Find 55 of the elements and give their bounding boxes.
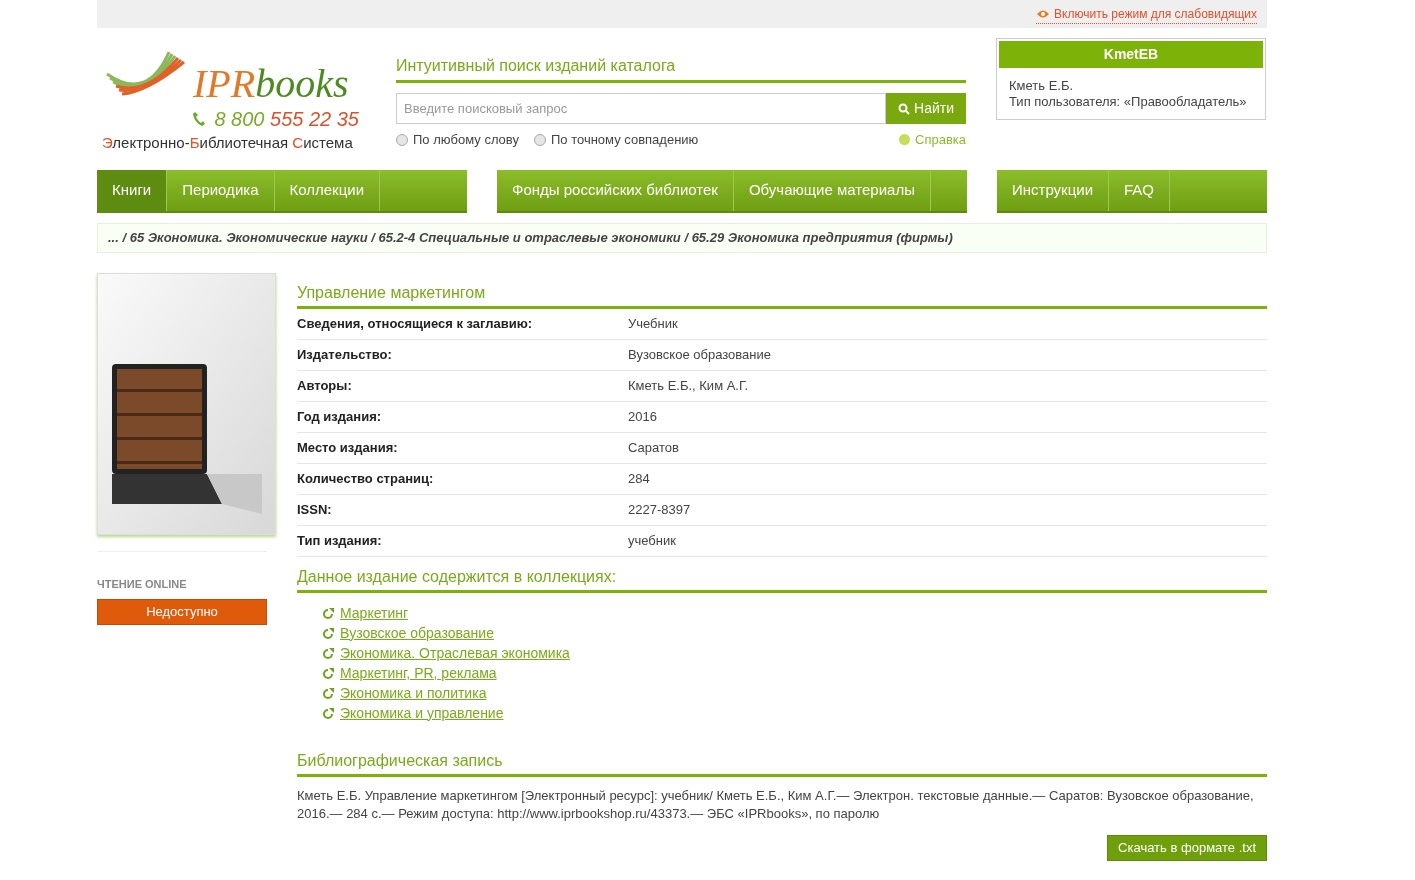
detail-label: Издательство: [297, 346, 393, 365]
logo-tagline: Электронно-Библиотечная Система [102, 134, 353, 153]
phone-number: 8 800 555 22 35 [214, 107, 359, 132]
radio-button[interactable] [534, 133, 546, 146]
collection-link[interactable]: Маркетинг [340, 602, 409, 624]
bibliography-title: Библиографическая запись [297, 749, 1267, 777]
detail-value: Вузовское образование [628, 346, 771, 365]
detail-label: ISSN: [297, 501, 333, 520]
help-link[interactable]: Справка [899, 130, 966, 150]
help-icon [899, 134, 910, 146]
detail-value: 2227-8397 [628, 501, 691, 520]
nav-tab[interactable]: Обучающие материалы [733, 170, 931, 211]
detail-value: 284 [628, 470, 650, 489]
breadcrumb: ... / 65 Экономика. Экономические науки / 65.2-4 Специальные и отраслевые экономики / 65.29 Экономика предприятия (фирмы) [97, 223, 1267, 253]
phone-icon [192, 111, 207, 127]
book-title: Управление маркетингом [297, 281, 1267, 309]
bibliography-text: Кметь Е.Б. Управление маркетингом [Электронный ресурс]: учебник/ Кметь Е.Б., Ким А.Г.— Электрон. текстовые данные.— Саратов: Вузовское образование, 2016.— 284 c.— Режим доступа: http://www.iprbookshop.ru/43373.— ЭБС «IPRbooks», по паролю [297, 787, 1255, 823]
radio-label: По любому слову [413, 131, 519, 149]
collection-link[interactable]: Маркетинг, PR, реклама [340, 662, 497, 684]
nav-tab[interactable]: Инструкции [997, 170, 1110, 211]
user-type: Тип пользователя: «Правообладатель» [1008, 94, 1248, 110]
radio-label: По точному совпадению [551, 131, 699, 149]
collection-link[interactable]: Экономика и управление [340, 702, 504, 724]
detail-label: Тип издания: [297, 532, 383, 551]
radio-button[interactable] [396, 133, 408, 146]
download-button[interactable]: Скачать в формате .txt [1107, 835, 1267, 861]
detail-label: Авторы: [297, 377, 353, 396]
user-name: Кметь Е.Б. [1008, 78, 1075, 94]
nav-tab[interactable]: FAQ [1109, 170, 1171, 211]
nav-tab[interactable]: Фонды российских библиотек [497, 170, 734, 211]
low-vision-mode-link[interactable]: Включить режим для слабовидящих [1036, 4, 1257, 24]
search-title: Интуитивный поиск изданий каталога [396, 54, 966, 83]
search-icon [898, 102, 911, 115]
nav-tab[interactable]: Коллекции [274, 170, 380, 211]
collections-title: Данное издание содержится в коллекциях: [297, 565, 1267, 593]
search-field[interactable]: Введите поисковый запрос [396, 93, 887, 124]
detail-value: 2016 [628, 408, 657, 427]
search-button[interactable]: Найти [886, 93, 966, 124]
detail-value: Учебник [628, 315, 678, 334]
collection-link[interactable]: Вузовское образование [340, 622, 494, 644]
nav-tab[interactable]: Периодика [167, 170, 275, 211]
reading-online-label: ЧТЕНИЕ ONLINE [97, 577, 188, 592]
user-login: KmetEB [999, 41, 1263, 68]
unavailable-button[interactable]: Недоступно [97, 598, 267, 625]
detail-value: учебник [628, 532, 676, 551]
collection-link[interactable]: Экономика. Отраслевая экономика [340, 642, 570, 664]
detail-label: Сведения, относящиеся к заглавию: [297, 315, 534, 334]
collection-link[interactable]: Экономика и политика [340, 682, 487, 704]
detail-label: Год издания: [297, 408, 383, 427]
detail-value: Кметь Е.Б., Ким А.Г. [628, 377, 749, 396]
brand-logo: IPRbooks [193, 64, 349, 104]
detail-label: Количество страниц: [297, 470, 435, 489]
nav-tab[interactable]: Книги [97, 170, 168, 211]
detail-label: Место издания: [297, 439, 399, 458]
detail-value: Саратов [628, 439, 679, 458]
